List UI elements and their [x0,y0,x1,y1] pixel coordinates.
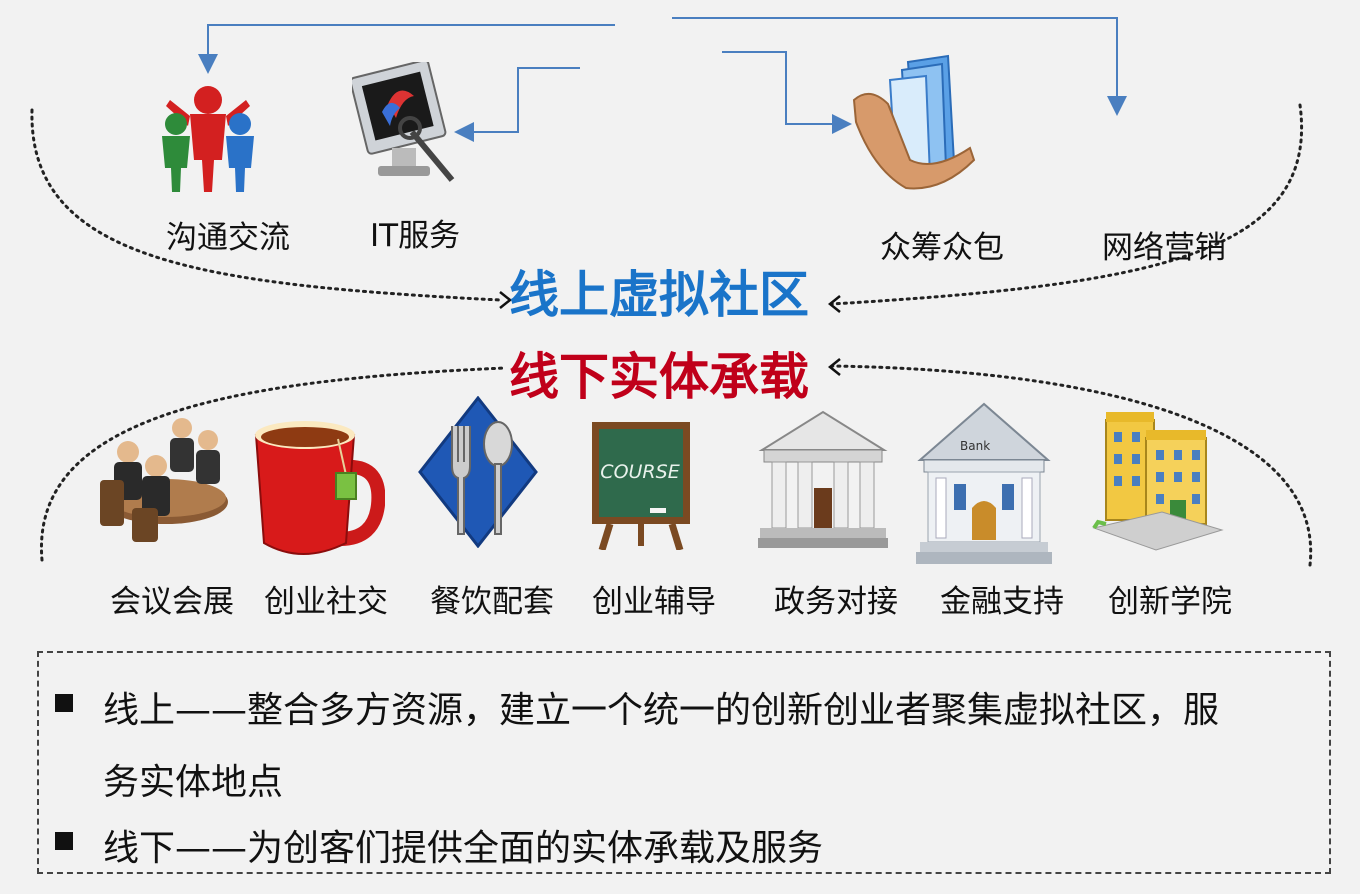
chalkboard-text: COURSE [600,461,679,483]
hand-holding-documents-icon [852,54,976,190]
online-service-label-communication: 沟通交流 [166,220,290,256]
fork-spoon-icon [418,396,538,548]
online-service-label-crowdfunding: 众筹众包 [880,230,1004,266]
tea-cup-icon [254,421,385,555]
offline-service-label-mentoring: 创业辅导 [592,584,716,620]
government-building-icon [758,410,888,548]
feed-line-crowdfunding [722,51,852,134]
offline-service-label-meeting: 会议会展 [110,584,234,620]
offline-service-label-finance: 金融支持 [940,584,1064,620]
computer-monitor-icon [352,62,455,182]
bullet-marker [55,694,73,712]
bank-sign-text: Bank [960,439,990,453]
summary-online-line: 线上——整合多方资源，建立一个统一的创新创业者聚集虚拟社区，服 [103,690,1220,731]
offline-support-heading: 线下实体承载 [509,348,809,406]
school-building-icon [1092,412,1224,551]
bank-icon: Bank [916,402,1052,564]
offline-service-label-dining: 餐饮配套 [430,584,554,620]
offline-service-label-government: 政务对接 [774,584,898,620]
offline-service-label-academy: 创新学院 [1108,584,1232,620]
online-community-heading: 线上虚拟社区 [509,266,809,324]
online-service-label-it: IT服务 [370,218,461,254]
summary-online-line-continued: 务实体地点 [103,762,284,803]
offline-arc-right [830,364,1313,567]
online-service-label-marketing: 网络营销 [1102,230,1226,266]
offline-service-label-social: 创业社交 [264,584,388,620]
bullet-marker [55,832,73,850]
meeting-table-icon [100,418,228,542]
summary-box: 线上——整合多方资源，建立一个统一的创新创业者聚集虚拟社区，服 务实体地点 线下… [37,651,1331,874]
feed-line-it [454,67,580,142]
people-communication-icon [162,86,254,192]
chalkboard-icon: COURSE [592,422,690,550]
diagram: 沟通交流 IT服务 众筹众包 网络营销 线上虚拟社区 线下实体承载 COURSE… [0,0,1360,894]
summary-offline-line: 线下——为创客们提供全面的实体承载及服务 [103,828,824,869]
